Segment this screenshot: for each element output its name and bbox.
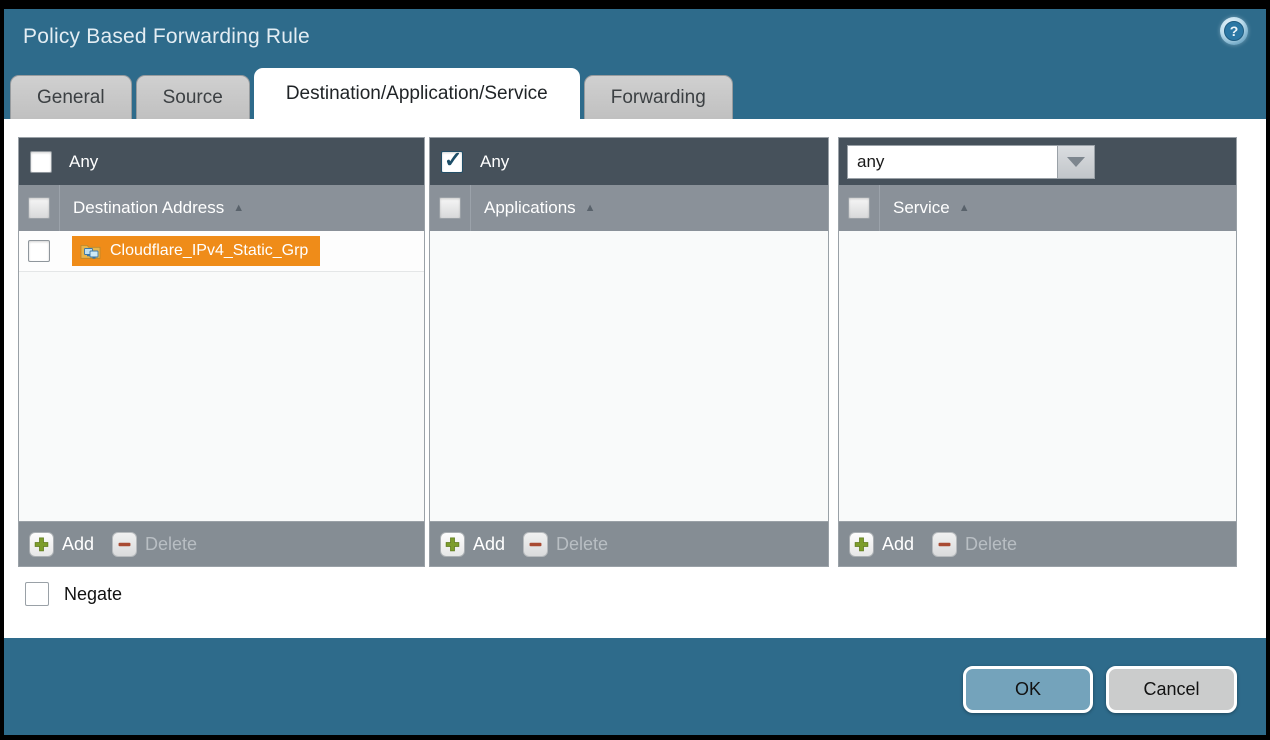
- sort-asc-icon[interactable]: ▲: [585, 202, 596, 214]
- add-button[interactable]: Add: [29, 532, 94, 557]
- delete-minus-icon: [112, 532, 137, 557]
- add-label: Add: [473, 534, 505, 555]
- row-label: Cloudflare_IPv4_Static_Grp: [110, 242, 308, 260]
- applications-any-checkbox[interactable]: [441, 151, 463, 173]
- negate-label: Negate: [64, 584, 122, 605]
- service-select-all-checkbox[interactable]: [848, 197, 870, 219]
- destination-column-header: Destination Address ▲: [19, 185, 424, 231]
- applications-any-row: Any: [430, 138, 828, 185]
- destination-any-checkbox[interactable]: [30, 151, 52, 173]
- add-plus-icon: [440, 532, 465, 557]
- negate-row: Negate: [25, 582, 122, 606]
- sort-asc-icon[interactable]: ▲: [959, 202, 970, 214]
- delete-button[interactable]: Delete: [112, 532, 197, 557]
- add-button[interactable]: Add: [440, 532, 505, 557]
- tab-source[interactable]: Source: [136, 75, 250, 119]
- destination-column-label[interactable]: Destination Address: [73, 198, 224, 218]
- delete-label: Delete: [965, 534, 1017, 555]
- add-label: Add: [882, 534, 914, 555]
- add-label: Add: [62, 534, 94, 555]
- applications-any-label: Any: [480, 152, 509, 172]
- service-type-select[interactable]: [847, 145, 1095, 179]
- delete-minus-icon: [523, 532, 548, 557]
- applications-panel: Any Applications ▲ Add: [429, 137, 829, 567]
- tab-general[interactable]: General: [10, 75, 132, 119]
- dropdown-button[interactable]: [1057, 145, 1095, 179]
- policy-based-forwarding-dialog: Policy Based Forwarding Rule ? General S…: [4, 9, 1266, 735]
- dialog-title: Policy Based Forwarding Rule: [23, 25, 310, 49]
- destination-any-label: Any: [69, 152, 98, 172]
- delete-button[interactable]: Delete: [523, 532, 608, 557]
- service-type-input[interactable]: [847, 145, 1057, 179]
- row-checkbox[interactable]: [28, 240, 50, 262]
- destination-select-all-checkbox[interactable]: [28, 197, 50, 219]
- applications-footer: Add Delete: [430, 521, 828, 566]
- applications-column-header: Applications ▲: [430, 185, 828, 231]
- add-plus-icon: [29, 532, 54, 557]
- delete-minus-icon: [932, 532, 957, 557]
- ok-button[interactable]: OK: [963, 666, 1093, 713]
- address-group-icon: [80, 242, 101, 260]
- service-list: [839, 231, 1236, 521]
- tab-content: Any Destination Address ▲ Cloudflare_IPv…: [4, 119, 1266, 638]
- service-panel: Service ▲ Add Delete: [838, 137, 1237, 567]
- destination-any-row: Any: [19, 138, 424, 185]
- help-question-glyph: ?: [1224, 21, 1244, 41]
- tab-forwarding[interactable]: Forwarding: [584, 75, 733, 119]
- address-object-entry[interactable]: Cloudflare_IPv4_Static_Grp: [72, 236, 320, 266]
- service-footer: Add Delete: [839, 521, 1236, 566]
- help-icon[interactable]: ?: [1220, 17, 1248, 45]
- destination-address-panel: Any Destination Address ▲ Cloudflare_IPv…: [18, 137, 425, 567]
- tab-destination-application-service[interactable]: Destination/Application/Service: [254, 68, 580, 119]
- negate-checkbox[interactable]: [25, 582, 49, 606]
- delete-label: Delete: [145, 534, 197, 555]
- applications-list: [430, 231, 828, 521]
- service-column-label[interactable]: Service: [893, 198, 950, 218]
- destination-list: Cloudflare_IPv4_Static_Grp: [19, 231, 424, 521]
- tab-bar: General Source Destination/Application/S…: [4, 69, 1266, 119]
- applications-select-all-checkbox[interactable]: [439, 197, 461, 219]
- destination-footer: Add Delete: [19, 521, 424, 566]
- applications-column-label[interactable]: Applications: [484, 198, 576, 218]
- sort-asc-icon[interactable]: ▲: [233, 202, 244, 214]
- service-column-header: Service ▲: [839, 185, 1236, 231]
- chevron-down-icon: [1067, 157, 1085, 167]
- dialog-titlebar: Policy Based Forwarding Rule ?: [4, 9, 1266, 69]
- service-type-row: [839, 138, 1236, 185]
- add-plus-icon: [849, 532, 874, 557]
- add-button[interactable]: Add: [849, 532, 914, 557]
- list-item[interactable]: Cloudflare_IPv4_Static_Grp: [19, 231, 424, 272]
- cancel-button[interactable]: Cancel: [1106, 666, 1237, 713]
- delete-label: Delete: [556, 534, 608, 555]
- delete-button[interactable]: Delete: [932, 532, 1017, 557]
